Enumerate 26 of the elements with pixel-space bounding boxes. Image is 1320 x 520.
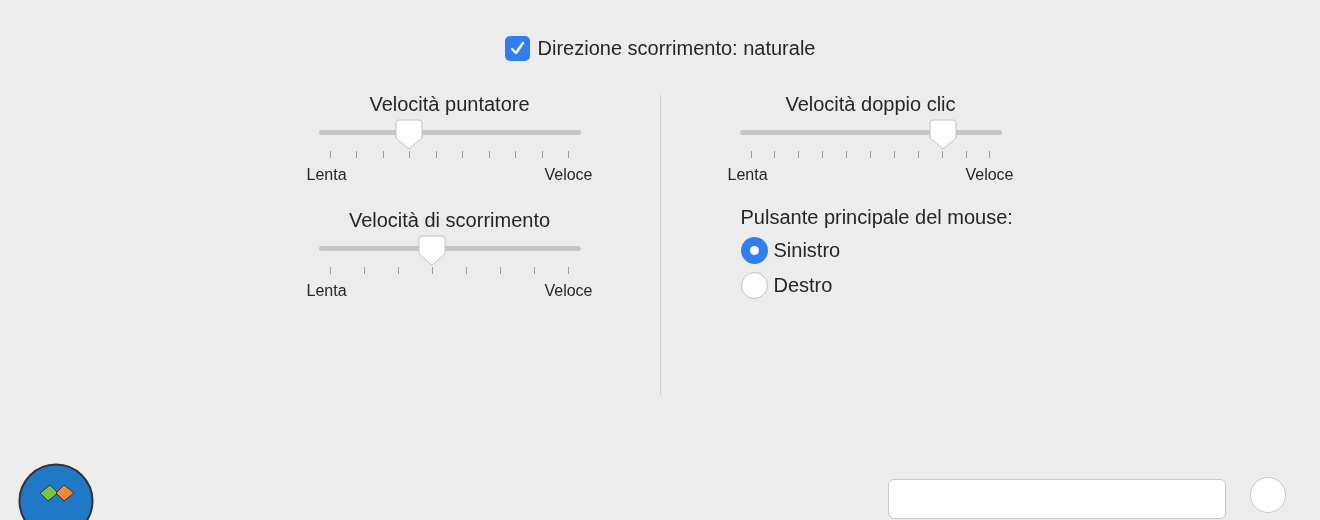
radio-label[interactable]: Sinistro xyxy=(773,239,841,262)
slider-thumb[interactable] xyxy=(928,119,957,150)
slider[interactable] xyxy=(318,235,581,266)
max-label: Veloce xyxy=(544,166,593,184)
slider[interactable] xyxy=(318,119,581,150)
radio-label[interactable]: Destro xyxy=(773,274,833,297)
slider-title: Velocità puntatore xyxy=(369,92,530,116)
app-logo-icon xyxy=(18,463,94,520)
checkbox[interactable] xyxy=(504,35,530,61)
slider-title: Velocità doppio clic xyxy=(785,92,956,116)
bluetooth-setup-button[interactable] xyxy=(888,479,1226,519)
min-label: Lenta xyxy=(306,282,347,300)
help-button[interactable] xyxy=(1250,477,1286,513)
checkmark-icon xyxy=(508,39,526,57)
max-label: Veloce xyxy=(544,282,593,300)
group-title: Pulsante principale del mouse: xyxy=(740,206,1013,229)
max-label: Veloce xyxy=(965,166,1014,184)
min-label: Lenta xyxy=(306,166,347,184)
slider-thumb[interactable] xyxy=(418,235,447,266)
slider-thumb[interactable] xyxy=(395,119,424,150)
radio-button[interactable] xyxy=(740,272,768,299)
min-label: Lenta xyxy=(727,166,768,184)
checkbox-label[interactable]: Direzione scorrimento: naturale xyxy=(537,36,816,60)
slider[interactable] xyxy=(739,119,1002,150)
slider-title: Velocità di scorrimento xyxy=(348,208,551,232)
radio-button[interactable] xyxy=(740,237,768,264)
